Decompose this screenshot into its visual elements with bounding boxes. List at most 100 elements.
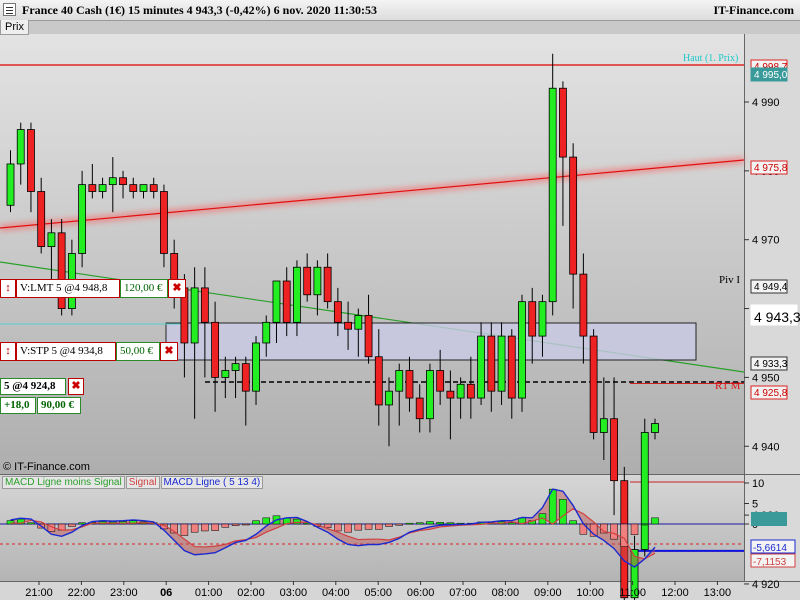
time-tick-label: 07:00 [449,587,477,599]
candle-body [313,266,322,296]
candle-body [354,315,363,330]
candle-body [507,335,516,399]
stop-order-tag[interactable]: ↕ V:STP 5 @4 934,8 50,00 € ✖ [0,342,178,361]
candle-body [333,301,342,323]
close-position-icon[interactable]: ✖ [68,378,84,395]
time-tick-label: 06:00 [407,587,435,599]
candle-body [221,370,230,378]
time-tick-label: 13:00 [704,587,732,599]
macd-histogram-bar [262,517,270,525]
macd-histogram-bar [364,523,373,530]
histogram-value-box [751,512,787,526]
candle-body [88,184,97,192]
candle-body [610,418,618,482]
close-stop-order-icon[interactable]: ✖ [160,342,178,361]
macd-histogram-bar [78,522,86,525]
candle-body [231,363,240,371]
candle-body [405,370,414,399]
candle-body [190,287,199,344]
r1-level-label: R1 M [715,380,741,392]
time-tick-label: 03:00 [280,587,308,599]
candle-body [385,390,393,406]
macd-histogram-bar [252,520,260,525]
price-tick-label: 4 990 [752,97,780,109]
candle-body [293,266,301,323]
macd-histogram-bar [405,522,414,525]
price-tick-label: 4 970 [752,235,780,247]
candle-body [98,184,107,192]
legend-macd-minus-signal: MACD Ligne moins Signal [2,476,125,489]
time-tick-label: 12:00 [661,587,689,599]
title-bar: France 40 Cash (1€) 15 minutes 4 943,3 (… [0,0,800,21]
macd-histogram-bar [293,518,301,525]
position-tag[interactable]: 5 @4 924,8 ✖ +18,0 90,00 € [0,378,90,418]
candle-body [241,363,250,392]
macd-value-label: -5,6614 [753,543,787,554]
macd-histogram-bar [426,521,434,525]
time-tick-label: 04:00 [322,587,350,599]
macd-histogram-bar [375,523,383,530]
drag-arrow-icon[interactable]: ↕ [0,279,16,298]
macd-histogram-bar [201,523,209,532]
candle-body [426,370,434,420]
close-limit-order-icon[interactable]: ✖ [168,279,186,298]
macd-histogram-bar [630,523,639,535]
candle-body [78,184,87,254]
candle-body [211,321,220,378]
macd-histogram-bar [27,522,35,525]
candle-body [262,321,271,344]
limit-order-tag[interactable]: ↕ V:LMT 5 @4 948,8 120,00 € ✖ [0,279,186,298]
time-tick-label: 10:00 [576,587,604,599]
candle-body [466,383,475,399]
order-zone-box[interactable] [165,322,697,361]
macd-histogram-bar [569,520,577,525]
candle-body [477,335,485,399]
signal-value-label: -7,1153 [753,557,787,568]
candle-body [446,390,455,399]
candle-body [548,87,557,303]
time-tick-label: 21:00 [25,587,53,599]
macd-histogram-bar [651,517,659,525]
candle-body [139,184,148,192]
time-tick-label: 01:00 [195,587,223,599]
price-label: 4 925,8 [754,388,788,399]
menu-icon[interactable] [3,3,16,16]
macd-histogram-bar [610,523,618,540]
candle-body [16,129,25,165]
price-label: 4 933,3 [754,359,788,370]
brand-label: IT-Finance.com [713,3,794,17]
candle-body [497,335,506,392]
time-tick-label: 09:00 [534,587,562,599]
position-pnl-amount: 90,00 € [37,397,81,414]
position-label[interactable]: 5 @4 924,8 [0,378,66,395]
price-label: 4 949,4 [754,282,788,293]
position-pnl-points: +18,0 [0,397,36,414]
limit-order-amount: 120,00 € [120,279,168,298]
stop-order-label[interactable]: V:STP 5 @4 934,8 [16,342,116,361]
macd-histogram-bar [641,523,649,526]
macd-histogram-bar [446,522,455,525]
legend-signal: Signal [125,476,160,489]
time-tick-label: 22:00 [68,587,96,599]
candle-body [37,191,46,247]
macd-histogram-bar [211,523,219,531]
tab-prix[interactable]: Prix [0,20,29,35]
price-tick-label: 4 940 [752,441,780,453]
candle-body [27,129,35,192]
candle-body [538,301,547,337]
macd-histogram-bar [436,522,444,525]
price-tick-label: 4 920 [752,579,780,591]
candle-body [415,397,424,420]
limit-order-label[interactable]: V:LMT 5 @4 948,8 [16,279,120,298]
drag-arrow-icon[interactable]: ↕ [0,342,16,361]
macd-histogram-bar [395,523,403,526]
candle-body [47,232,56,247]
candle-body [129,184,138,192]
candle-body [487,335,496,392]
candle-body [374,356,383,406]
macd-histogram-bar [344,523,352,533]
macd-tick-label: 10 [752,478,764,490]
candle-body [364,315,373,358]
pivot-level-label: Piv I [719,274,740,286]
main-plot-background [0,34,744,474]
